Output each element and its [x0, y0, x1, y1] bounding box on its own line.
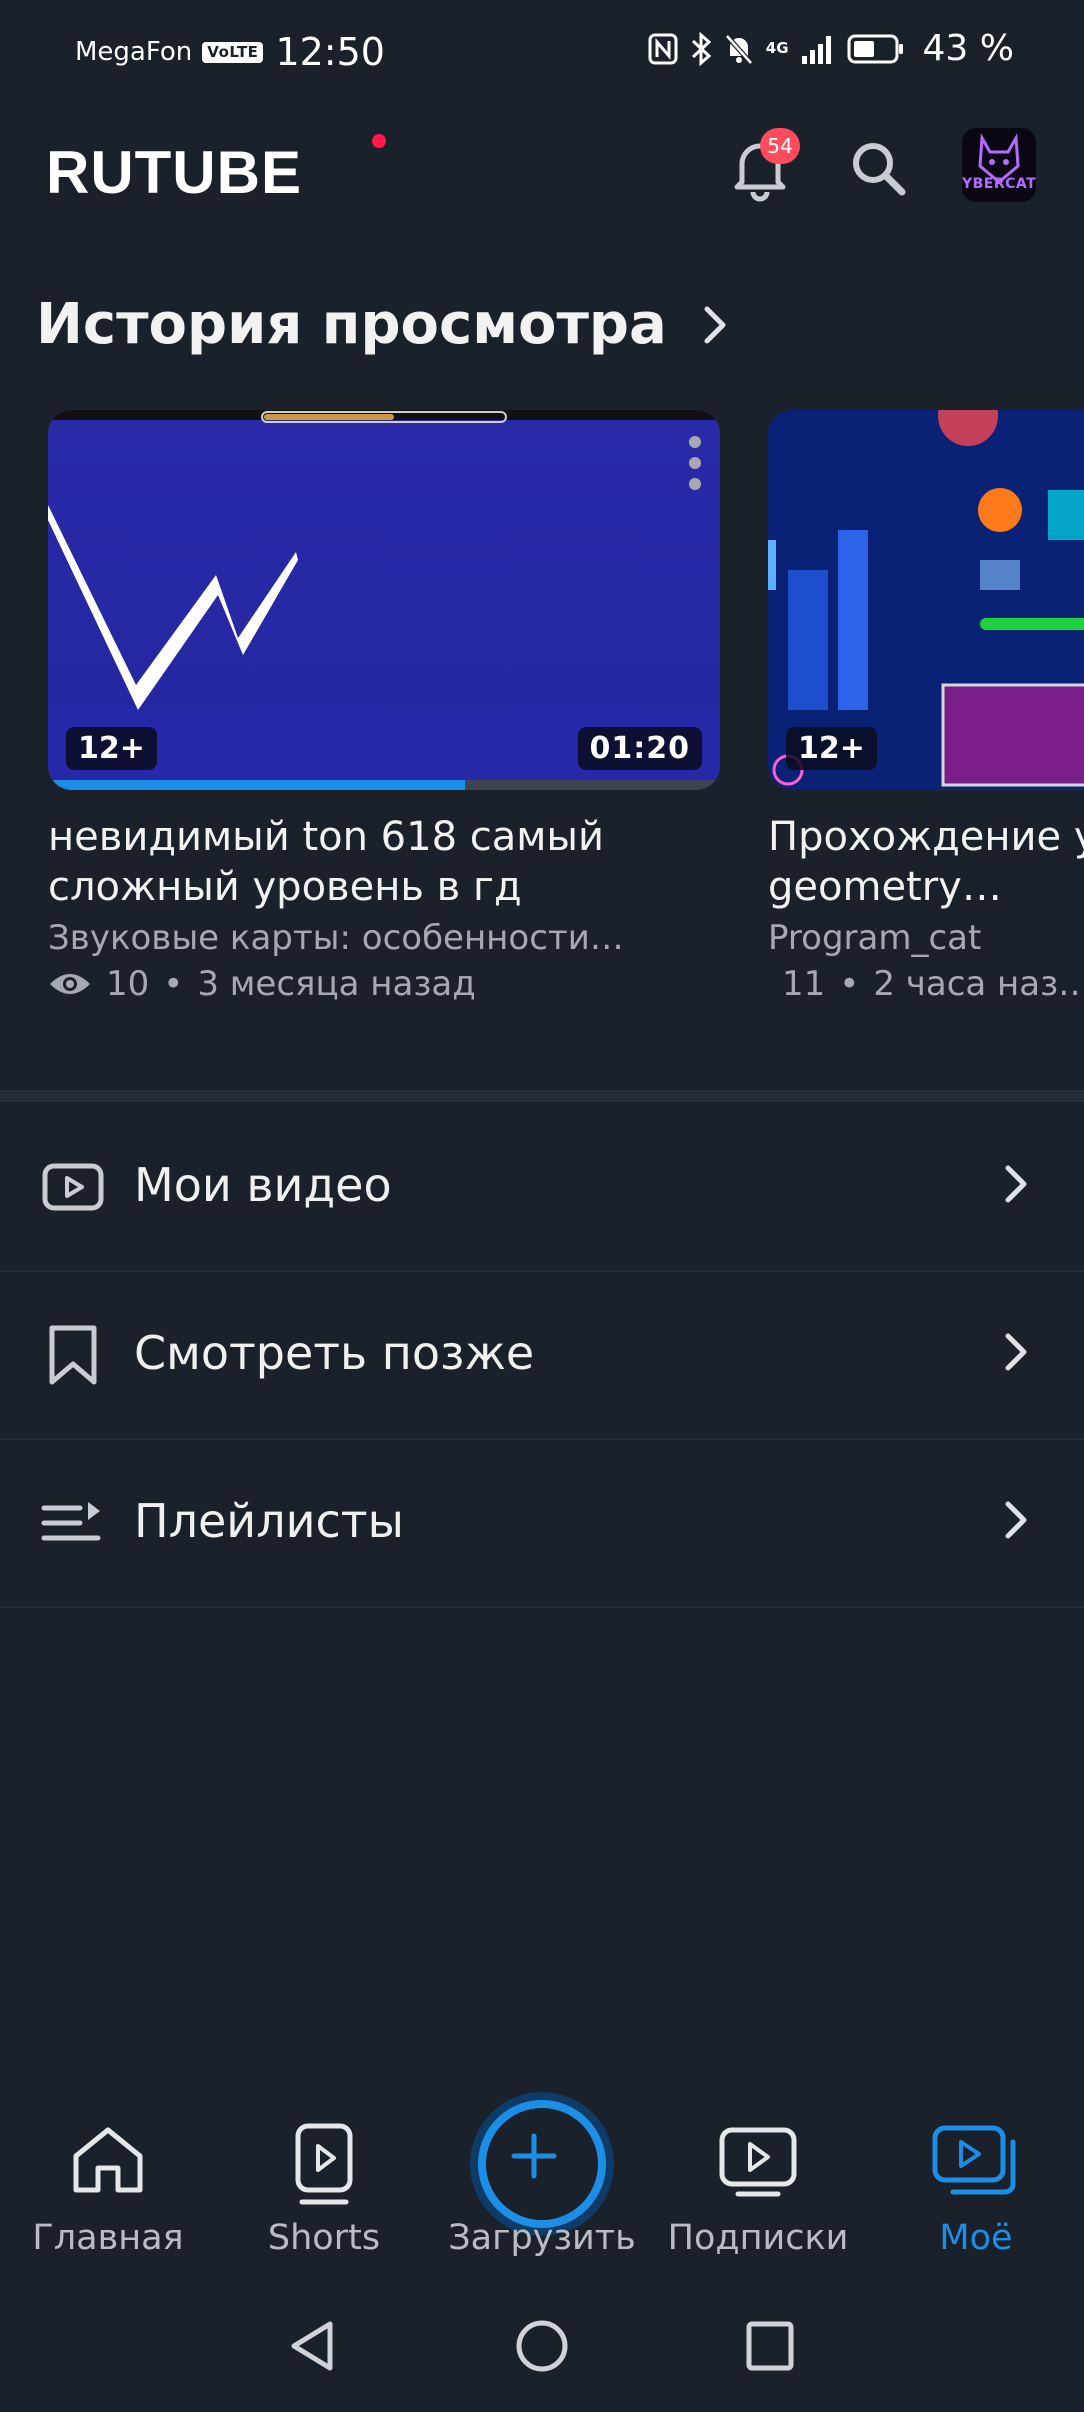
- video-title[interactable]: невидимый ton 618 самый сложный уровень …: [48, 812, 648, 912]
- video-title[interactable]: Прохождение ур… race в geometry…: [768, 812, 1084, 912]
- more-options-button[interactable]: [680, 428, 710, 498]
- menu-item-my-videos[interactable]: Мои видео: [0, 1104, 1084, 1272]
- bottom-navigation: Главная Shorts Загрузить Подписки Моё: [0, 2100, 1084, 2280]
- menu-item-playlists[interactable]: Плейлисты: [0, 1440, 1084, 1608]
- section-title: История просмотра: [36, 292, 667, 357]
- back-icon[interactable]: [286, 2318, 338, 2374]
- carrier-name: MegaFon: [75, 37, 193, 67]
- search-icon: [853, 143, 906, 196]
- video-meta: 10 • 3 месяца назад: [48, 964, 720, 1004]
- clock: 12:50: [275, 30, 385, 74]
- avatar[interactable]: YBERCAT: [962, 128, 1036, 202]
- battery-percent: 43 %: [922, 28, 1014, 69]
- volte-badge: VoLTE: [202, 41, 264, 63]
- nav-label: Загрузить: [448, 2218, 636, 2258]
- meta-separator: •: [839, 964, 860, 1004]
- history-header[interactable]: История просмотра: [36, 292, 727, 357]
- video-thumbnail[interactable]: 12+: [768, 410, 1084, 790]
- nav-label: Главная: [32, 2218, 184, 2258]
- video-play-icon: [42, 1163, 104, 1211]
- rutube-logo[interactable]: RUTUBE: [46, 138, 302, 207]
- nav-label: Моё: [939, 2218, 1013, 2258]
- chevron-right-icon: [1005, 1165, 1027, 1203]
- status-right: 4G 43 %: [648, 28, 1014, 69]
- nav-label: Shorts: [267, 2218, 381, 2258]
- playlist-icon: [41, 1502, 101, 1541]
- shorts-icon: [295, 2123, 353, 2205]
- notifications-button[interactable]: 54: [730, 128, 800, 212]
- chevron-right-icon: [704, 306, 726, 343]
- nav-home[interactable]: Главная: [0, 2100, 216, 2280]
- chevron-right-icon: [1005, 1333, 1027, 1371]
- channel-name[interactable]: Program_cat: [768, 918, 1084, 958]
- age-rating-badge: 12+: [786, 727, 877, 770]
- menu-label: Плейлисты: [134, 1494, 404, 1548]
- menu-label: Мои видео: [134, 1158, 392, 1212]
- menu-item-watch-later[interactable]: Смотреть позже: [0, 1272, 1084, 1440]
- nfc-icon: [648, 33, 678, 64]
- my-videos-icon: [932, 2125, 1016, 2195]
- chevron-right-icon: [1005, 1501, 1027, 1539]
- avatar-label: YBERCAT: [962, 176, 1036, 192]
- status-bar: MegaFon VoLTE 12:50 4G 43 %: [0, 0, 1084, 110]
- view-count: 10: [106, 964, 150, 1004]
- home-icon: [73, 2127, 143, 2193]
- plus-icon: [511, 2133, 557, 2179]
- watch-progress: [48, 780, 720, 790]
- nav-subscriptions[interactable]: Подписки: [650, 2100, 866, 2280]
- app-header: RUTUBE 54 YBERCAT: [0, 110, 1084, 310]
- age-rating-badge: 12+: [66, 727, 157, 770]
- notification-badge: 54: [760, 128, 800, 164]
- home-circle-icon[interactable]: [514, 2318, 570, 2374]
- video-thumbnail[interactable]: 12+ 01:20: [48, 410, 720, 790]
- logo-dot: [372, 134, 386, 148]
- meta-separator: •: [163, 964, 184, 1004]
- subscriptions-icon: [719, 2127, 797, 2197]
- video-card[interactable]: 12+ 01:20 невидимый ton 618 самый сложны…: [48, 410, 720, 1004]
- signal-icon: [801, 35, 831, 64]
- video-card[interactable]: 12+ Прохождение ур… race в geometry… Pro…: [768, 410, 1084, 1004]
- bookmark-icon: [49, 1325, 97, 1385]
- upload-button[interactable]: [478, 2100, 606, 2228]
- nav-mine[interactable]: Моё: [868, 2100, 1084, 2280]
- video-meta: 11 • 2 часа наз…: [768, 964, 1084, 1004]
- eye-icon: [50, 974, 90, 994]
- watch-progress-fill: [48, 780, 465, 790]
- recents-icon[interactable]: [744, 2318, 796, 2374]
- system-navigation: [0, 2290, 1084, 2412]
- channel-name[interactable]: Звуковые карты: особенности…: [48, 918, 720, 958]
- view-count: 11: [782, 964, 826, 1004]
- section-divider: [0, 1090, 1084, 1102]
- menu-label: Смотреть позже: [134, 1326, 535, 1380]
- search-button[interactable]: [848, 138, 912, 202]
- upload-time: 2 часа наз…: [873, 964, 1084, 1004]
- duration-badge: 01:20: [577, 727, 702, 770]
- upload-time: 3 месяца назад: [197, 964, 476, 1004]
- status-left: MegaFon VoLTE 12:50: [75, 30, 385, 74]
- nav-shorts[interactable]: Shorts: [216, 2100, 432, 2280]
- kebab-menu-icon: [689, 436, 701, 490]
- nav-label: Подписки: [667, 2218, 849, 2258]
- nav-upload[interactable]: Загрузить: [434, 2100, 650, 2280]
- mute-bell-icon: [724, 33, 753, 65]
- battery-icon: [847, 34, 903, 63]
- network-type: 4G: [765, 39, 789, 57]
- bluetooth-icon: [691, 31, 712, 66]
